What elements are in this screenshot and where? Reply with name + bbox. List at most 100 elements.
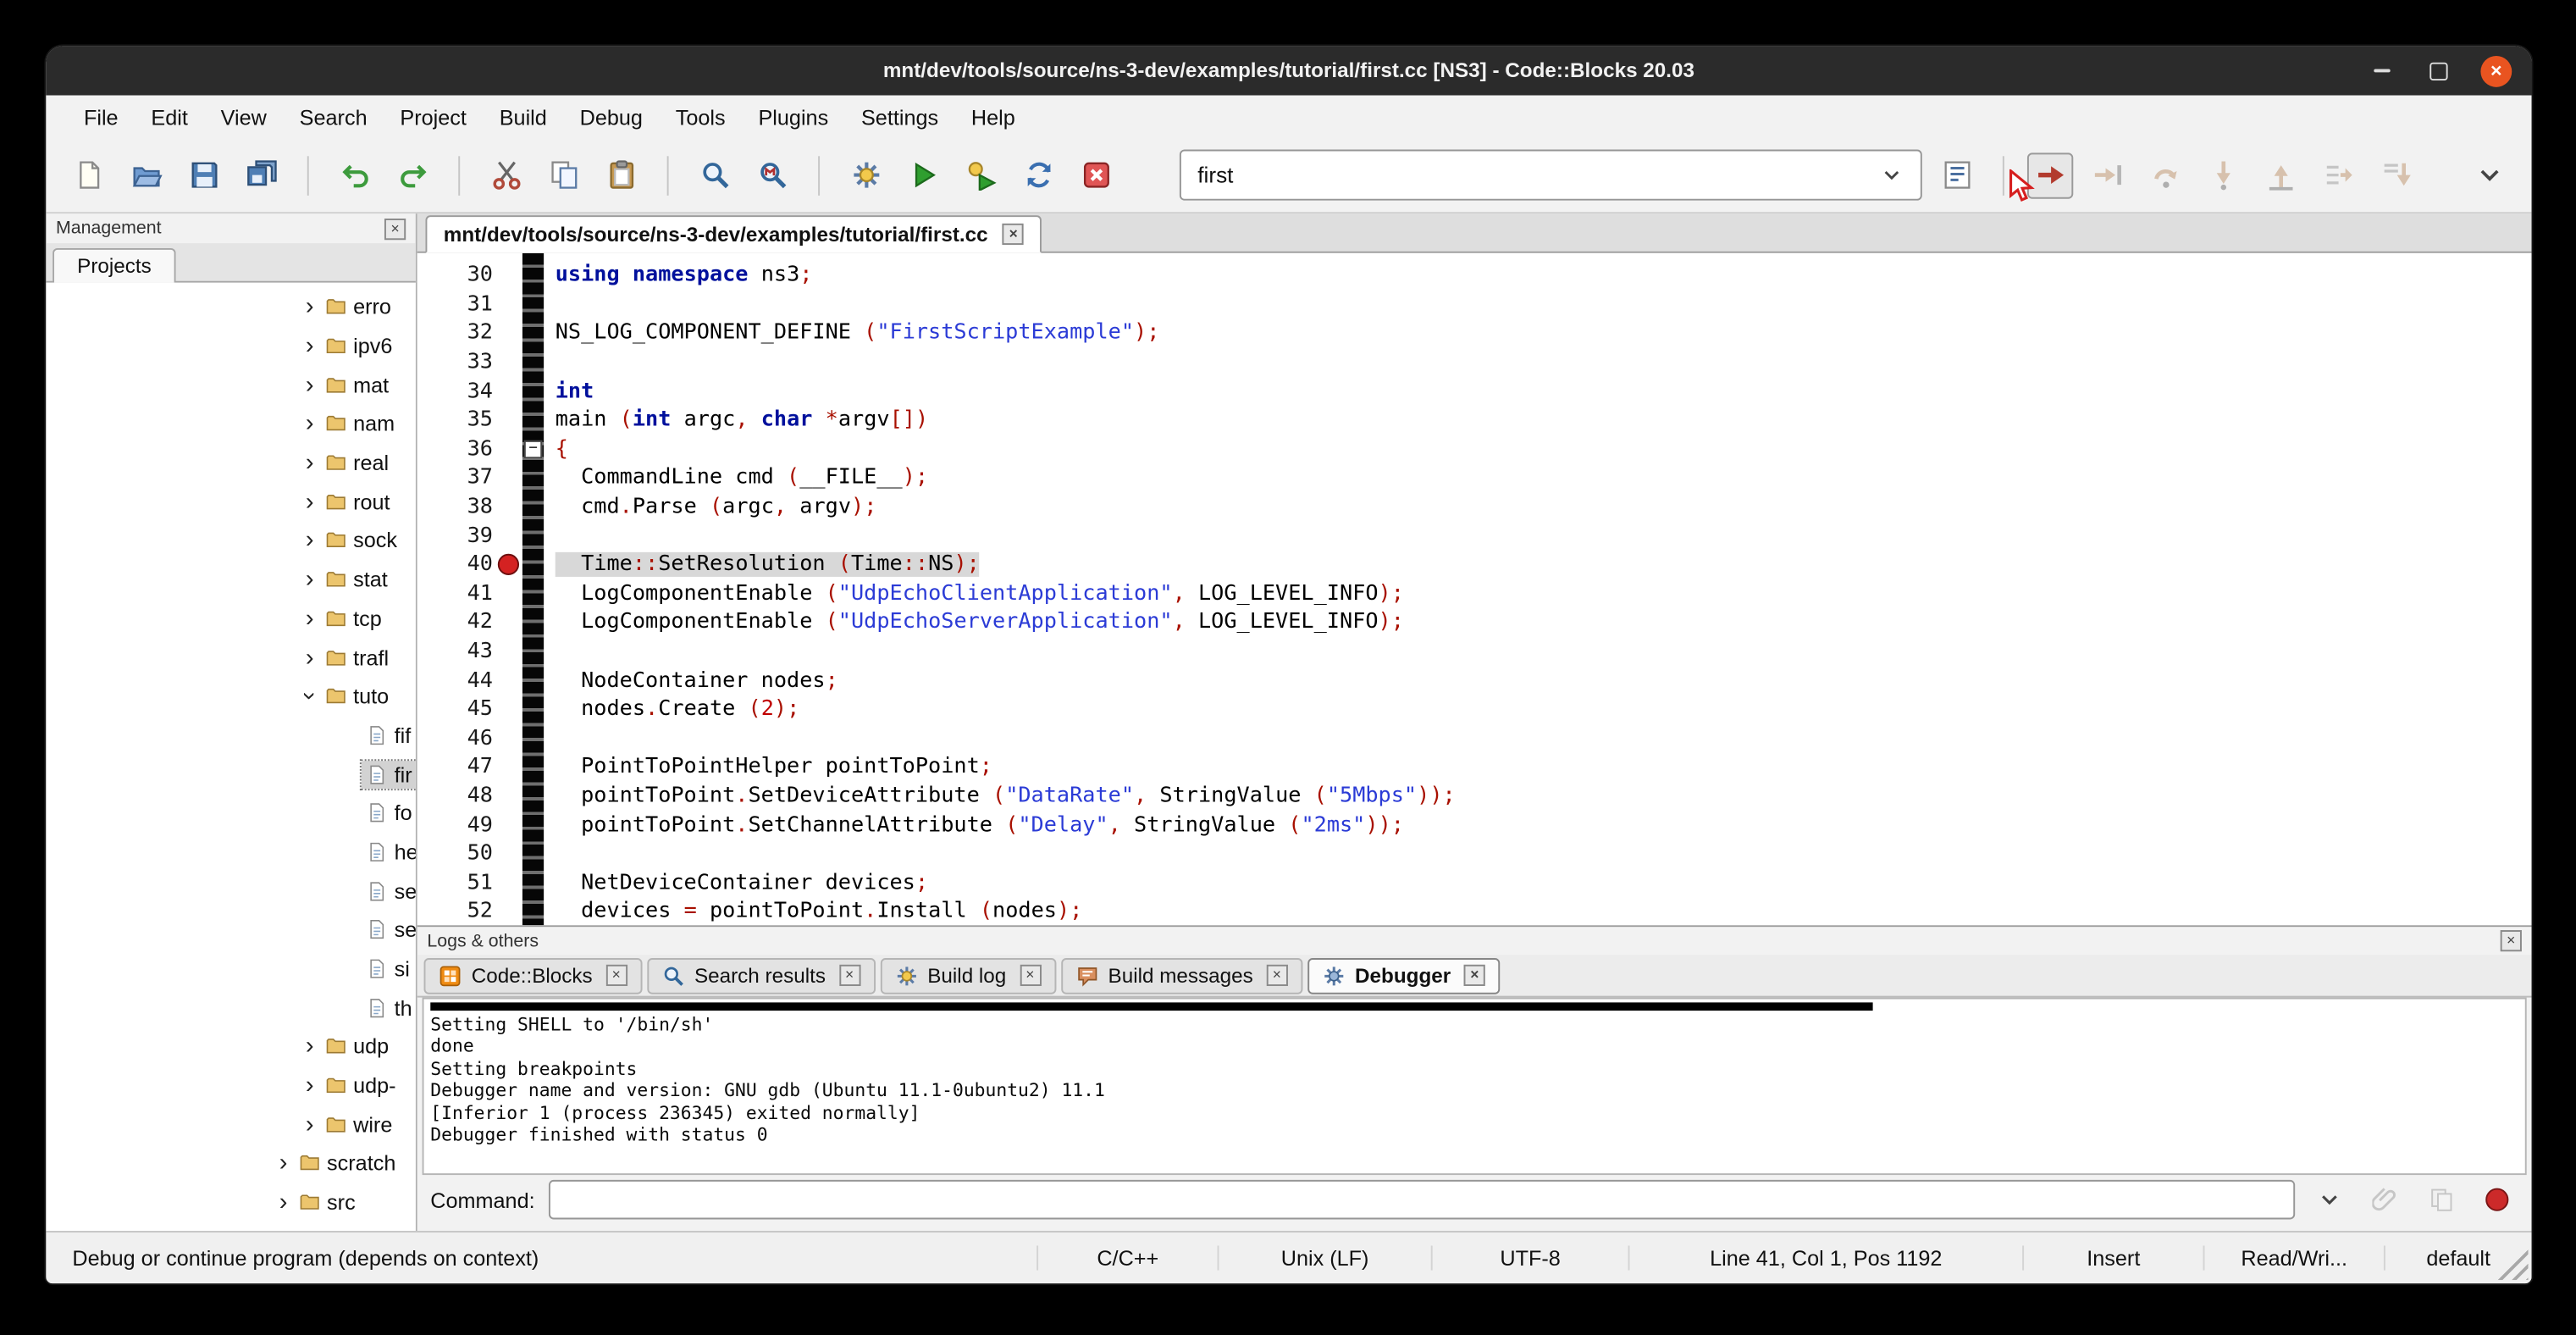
expand-arrow-icon[interactable]: › <box>299 527 320 555</box>
management-close-button[interactable]: × <box>384 218 406 239</box>
logs-tab-debugger[interactable]: Debugger× <box>1307 957 1501 994</box>
debugger-log[interactable]: Setting SHELL to '/bin/sh'doneSetting br… <box>423 998 2527 1176</box>
tree-item[interactable]: ›scratch <box>46 1144 416 1183</box>
tree-item[interactable]: se <box>46 911 416 950</box>
code-line[interactable]: 36−{ <box>417 435 2532 463</box>
open-folder-button[interactable] <box>124 152 169 197</box>
tree-item[interactable]: ›wire <box>46 1105 416 1144</box>
expand-arrow-icon[interactable]: › <box>299 293 320 321</box>
logs-tab-close-button[interactable]: × <box>838 965 860 986</box>
code-line[interactable]: 48 pointToPoint.SetDeviceAttribute ("Dat… <box>417 782 2532 811</box>
logs-tab-build-messages[interactable]: Build messages× <box>1060 957 1302 994</box>
logs-tab-close-button[interactable]: × <box>1464 965 1485 986</box>
find-in-files-button[interactable] <box>749 152 795 197</box>
breakpoint-gutter[interactable] <box>493 554 522 575</box>
expand-arrow-icon[interactable]: › <box>299 566 320 594</box>
expand-arrow-icon[interactable]: › <box>299 371 320 399</box>
expand-arrow-icon[interactable]: › <box>299 410 320 438</box>
tree-item[interactable]: th <box>46 989 416 1028</box>
maximize-button[interactable] <box>2424 55 2455 86</box>
menu-project[interactable]: Project <box>385 99 481 134</box>
logs-tab-search-results[interactable]: Search results× <box>647 957 875 994</box>
save-button[interactable] <box>180 152 226 197</box>
menu-edit[interactable]: Edit <box>136 99 202 134</box>
tree-item[interactable]: ›rout <box>46 482 416 521</box>
copy-button[interactable] <box>540 152 586 197</box>
menu-view[interactable]: View <box>206 99 281 134</box>
build-button[interactable] <box>843 152 888 197</box>
code-editor[interactable]: 30using namespace ns3;3132NS_LOG_COMPONE… <box>417 253 2532 925</box>
code-line[interactable]: 34int <box>417 377 2532 406</box>
code-line[interactable]: 32NS_LOG_COMPONENT_DEFINE ("FirstScriptE… <box>417 319 2532 348</box>
logs-tab-close-button[interactable]: × <box>1020 965 1041 986</box>
code-line[interactable]: 45 nodes.Create (2); <box>417 695 2532 723</box>
find-button[interactable] <box>692 152 738 197</box>
collapse-arrow-icon[interactable]: › <box>296 685 323 706</box>
code-line[interactable]: 51 NetDeviceContainer devices; <box>417 868 2532 897</box>
menu-help[interactable]: Help <box>956 99 1030 134</box>
tab-projects[interactable]: Projects <box>53 248 176 283</box>
tree-item[interactable]: ›real <box>46 443 416 482</box>
debugger-command-input[interactable] <box>548 1180 2295 1220</box>
copy-log-button[interactable] <box>2420 1180 2463 1220</box>
minimize-button[interactable] <box>2366 55 2397 86</box>
next-instruction-button[interactable] <box>2314 152 2360 197</box>
code-line[interactable]: 39 <box>417 522 2532 551</box>
logs-close-button[interactable]: × <box>2501 930 2522 951</box>
code-line[interactable]: 31 <box>417 291 2532 319</box>
tree-item[interactable]: ›tuto <box>46 677 416 716</box>
expand-arrow-icon[interactable]: › <box>299 332 320 360</box>
tree-item[interactable]: fif <box>46 716 416 755</box>
build-and-run-button[interactable] <box>958 152 1003 197</box>
tree-item[interactable]: ›stat <box>46 560 416 599</box>
menu-search[interactable]: Search <box>285 99 382 134</box>
save-all-button[interactable] <box>238 152 284 197</box>
tree-item[interactable]: se <box>46 872 416 911</box>
code-line[interactable]: 49 pointToPoint.SetChannelAttribute ("De… <box>417 811 2532 839</box>
code-line[interactable]: 50 <box>417 839 2532 868</box>
code-line[interactable]: 35main (int argc, char *argv[]) <box>417 406 2532 435</box>
editor-tab-first-cc[interactable]: mnt/dev/tools/source/ns-3-dev/examples/t… <box>425 215 1042 253</box>
menu-tools[interactable]: Tools <box>661 99 740 134</box>
rebuild-button[interactable] <box>1015 152 1061 197</box>
code-line[interactable]: 38 cmd.Parse (argc, argv); <box>417 493 2532 522</box>
paste-button[interactable] <box>598 152 644 197</box>
tree-item[interactable]: fir <box>46 755 416 794</box>
code-line[interactable]: 41 LogComponentEnable ("UdpEchoClientApp… <box>417 579 2532 608</box>
expand-arrow-icon[interactable]: › <box>299 644 320 672</box>
expand-arrow-icon[interactable]: › <box>299 1111 320 1138</box>
attach-file-button[interactable] <box>2364 1180 2407 1220</box>
tree-item[interactable]: ›udp- <box>46 1066 416 1105</box>
code-line[interactable]: 40 Time::SetResolution (Time::NS); <box>417 551 2532 579</box>
code-line[interactable]: 47 PointToPointHelper pointToPoint; <box>417 753 2532 782</box>
expand-arrow-icon[interactable]: › <box>299 488 320 516</box>
logs-tab-code-blocks[interactable]: Code::Blocks× <box>424 957 642 994</box>
code-line[interactable]: 30using namespace ns3; <box>417 261 2532 290</box>
expand-arrow-icon[interactable]: › <box>273 1149 294 1177</box>
logs-tab-close-button[interactable]: × <box>1266 965 1287 986</box>
run-button[interactable] <box>900 152 946 197</box>
stop-debugger-button[interactable] <box>2476 1180 2518 1220</box>
code-line[interactable]: 42 LogComponentEnable ("UdpEchoServerApp… <box>417 608 2532 637</box>
tree-item[interactable]: fo <box>46 794 416 833</box>
toolbar-overflow-button[interactable] <box>2466 152 2512 197</box>
tree-item[interactable]: ›ipv6 <box>46 326 416 365</box>
tree-item[interactable]: he <box>46 833 416 872</box>
code-line[interactable]: 52 devices = pointToPoint.Install (nodes… <box>417 897 2532 925</box>
close-button[interactable]: × <box>2480 55 2512 86</box>
expand-arrow-icon[interactable]: › <box>299 1033 320 1061</box>
tree-item[interactable]: si <box>46 950 416 989</box>
tree-item[interactable]: ›erro <box>46 288 416 327</box>
menu-settings[interactable]: Settings <box>847 99 954 134</box>
menu-file[interactable]: File <box>69 99 133 134</box>
expand-arrow-icon[interactable]: › <box>299 449 320 477</box>
code-line[interactable]: 33 <box>417 348 2532 377</box>
step-into-instruction-button[interactable] <box>2372 152 2418 197</box>
menu-debug[interactable]: Debug <box>565 99 657 134</box>
cut-button[interactable] <box>483 152 528 197</box>
tree-item[interactable]: ›udp <box>46 1028 416 1066</box>
code-line[interactable]: 37 CommandLine cmd (__FILE__); <box>417 463 2532 492</box>
logs-tab-build-log[interactable]: Build log× <box>880 957 1055 994</box>
tree-item[interactable]: ›src <box>46 1183 416 1221</box>
new-file-button[interactable] <box>66 152 112 197</box>
